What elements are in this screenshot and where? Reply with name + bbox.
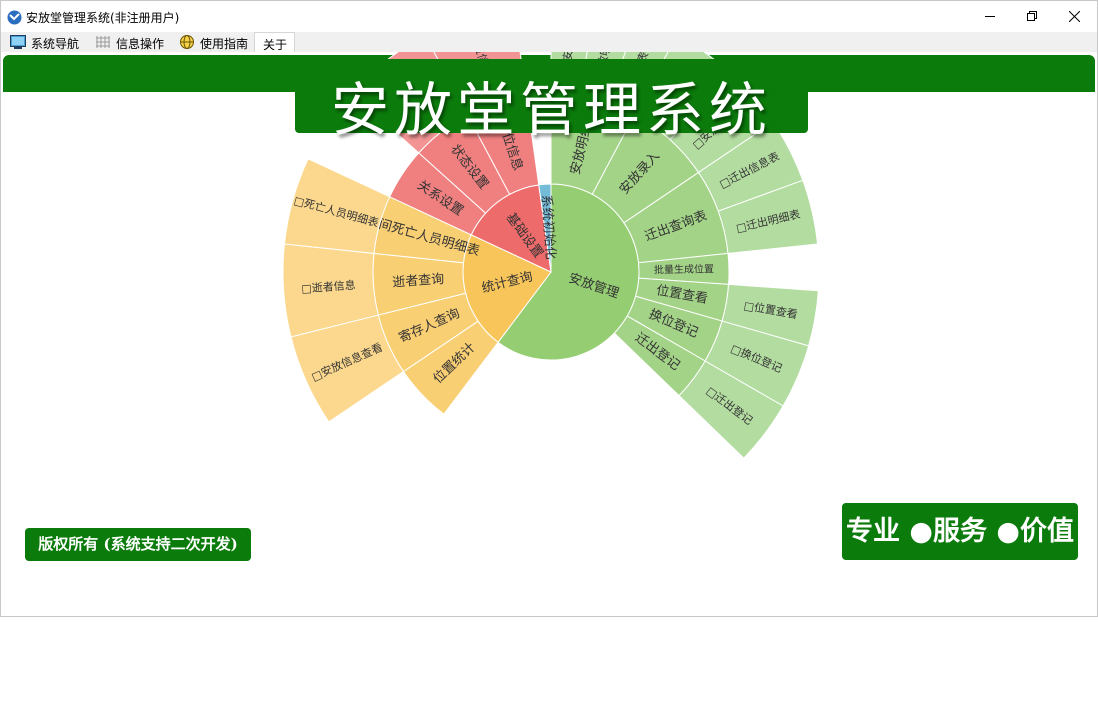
close-button[interactable] [1051,1,1097,31]
tab-bar: 系统导航 信息操作 使用指南 关于 [1,32,1097,53]
restore-button[interactable] [1009,1,1055,31]
tab-system-navigation[interactable]: 系统导航 [4,32,84,52]
tab-info-operations[interactable]: 信息操作 [89,32,169,52]
copyright-banner: 版权所有 (系统支持二次开发) [25,528,251,561]
grid-icon [96,36,110,48]
close-icon [1069,11,1080,22]
monitor-icon [10,35,26,49]
app-window: 安放堂管理系统(非注册用户) 系统导航 信息操作 使用指南 关于 安放管理 安放… [0,0,1098,617]
tab-label: 信息操作 [116,37,165,51]
title-bar[interactable]: 安放堂管理系统(非注册用户) [1,1,1097,32]
window-title: 安放堂管理系统(非注册用户) [26,11,180,25]
slogan-banner: 专业 ●服务 ●价值 [842,503,1078,560]
sunburst-child-label: 批量生成位置 [654,262,714,276]
tab-user-guide[interactable]: 使用指南 [173,32,253,52]
tab-about[interactable]: 关于 [254,32,295,53]
tab-label: 使用指南 [200,37,249,51]
app-logo-icon [7,10,22,25]
page-title: 安放堂管理系统 [330,76,772,144]
restore-icon [1027,11,1037,21]
minimize-button[interactable] [967,1,1013,31]
tab-label: 系统导航 [31,37,80,51]
title-banner: 安放堂管理系统 [295,59,808,144]
minimize-icon [985,16,995,17]
content-area: 安放管理安放明细表□安放明□安放明细表□安放明细表（双）安放录入□安放录入□安放… [3,52,1095,612]
globe-icon [180,35,194,49]
tab-label: 关于 [263,38,288,52]
